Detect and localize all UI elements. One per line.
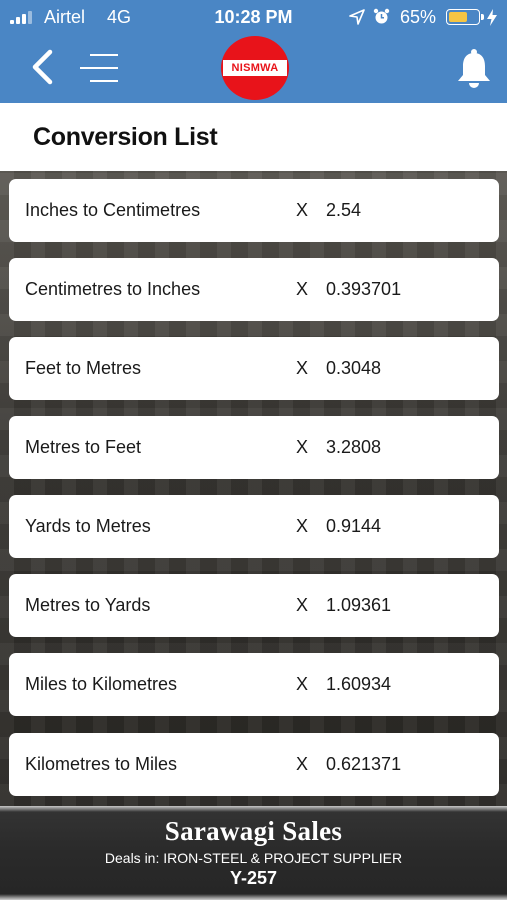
conversion-label: Miles to Kilometres — [25, 674, 178, 694]
multiply-sign: X — [296, 516, 309, 536]
ad-brand-name: Sarawagi Sales — [164, 816, 343, 846]
back-chevron-icon[interactable] — [28, 48, 58, 86]
ad-tagline: Deals in: IRON-STEEL & PROJECT SUPPLIER — [104, 850, 403, 866]
conversion-item[interactable]: Inches to Centimetres X 2.54 — [9, 179, 499, 242]
multiply-sign: X — [296, 754, 309, 774]
conversion-label: Inches to Centimetres — [25, 200, 201, 220]
multiply-sign: X — [296, 200, 309, 220]
conversion-factor: 1.09361 — [326, 595, 392, 615]
conversion-label: Centimetres to Inches — [25, 279, 201, 299]
multiply-sign: X — [296, 279, 309, 299]
multiply-sign: X — [296, 674, 309, 694]
hamburger-menu-icon[interactable] — [80, 52, 120, 84]
conversion-item[interactable]: Kilometres to Miles X 0.621371 — [9, 733, 499, 796]
conversion-factor: 2.54 — [326, 200, 362, 220]
battery-percent: 65% — [400, 7, 437, 27]
conversion-list[interactable]: Inches to Centimetres X 2.54 Centimetres… — [0, 171, 507, 806]
conversion-label: Kilometres to Miles — [25, 754, 178, 774]
page-title: Conversion List — [33, 123, 218, 151]
multiply-sign: X — [296, 595, 309, 615]
footer-ad-banner[interactable]: Sarawagi Sales Deals in: IRON-STEEL & PR… — [0, 806, 507, 900]
title-bar: Conversion List — [0, 103, 507, 171]
conversion-item[interactable]: Centimetres to Inches X 0.393701 — [9, 258, 499, 321]
conversion-factor: 0.9144 — [326, 516, 382, 536]
location-arrow-icon — [349, 9, 365, 25]
battery-icon — [446, 9, 484, 25]
multiply-sign: X — [296, 437, 309, 457]
top-bar: Airtel 4G 10:28 PM 65% NISMWA — [0, 0, 507, 103]
nismwa-logo[interactable]: NISMWA — [221, 36, 289, 100]
conversion-item[interactable]: Metres to Yards X 1.09361 — [9, 574, 499, 637]
charging-bolt-icon — [487, 9, 497, 26]
conversion-factor: 0.621371 — [326, 754, 402, 774]
conversion-label: Metres to Yards — [25, 595, 151, 615]
logo-text: NISMWA — [223, 60, 287, 76]
alarm-clock-icon — [373, 8, 390, 24]
conversion-label: Feet to Metres — [25, 358, 142, 378]
conversion-factor: 0.3048 — [326, 358, 382, 378]
conversion-factor: 1.60934 — [326, 674, 392, 694]
multiply-sign: X — [296, 358, 309, 378]
status-bar: Airtel 4G 10:28 PM 65% — [0, 0, 507, 34]
conversion-label: Yards to Metres — [25, 516, 151, 536]
conversion-label: Metres to Feet — [25, 437, 142, 457]
ad-code: Y-257 — [229, 868, 278, 888]
conversion-item[interactable]: Metres to Feet X 3.2808 — [9, 416, 499, 479]
bell-icon[interactable] — [456, 48, 492, 90]
conversion-item[interactable]: Miles to Kilometres X 1.60934 — [9, 653, 499, 716]
conversion-item[interactable]: Feet to Metres X 0.3048 — [9, 337, 499, 400]
conversion-factor: 3.2808 — [326, 437, 382, 457]
conversion-item[interactable]: Yards to Metres X 0.9144 — [9, 495, 499, 558]
conversion-factor: 0.393701 — [326, 279, 402, 299]
